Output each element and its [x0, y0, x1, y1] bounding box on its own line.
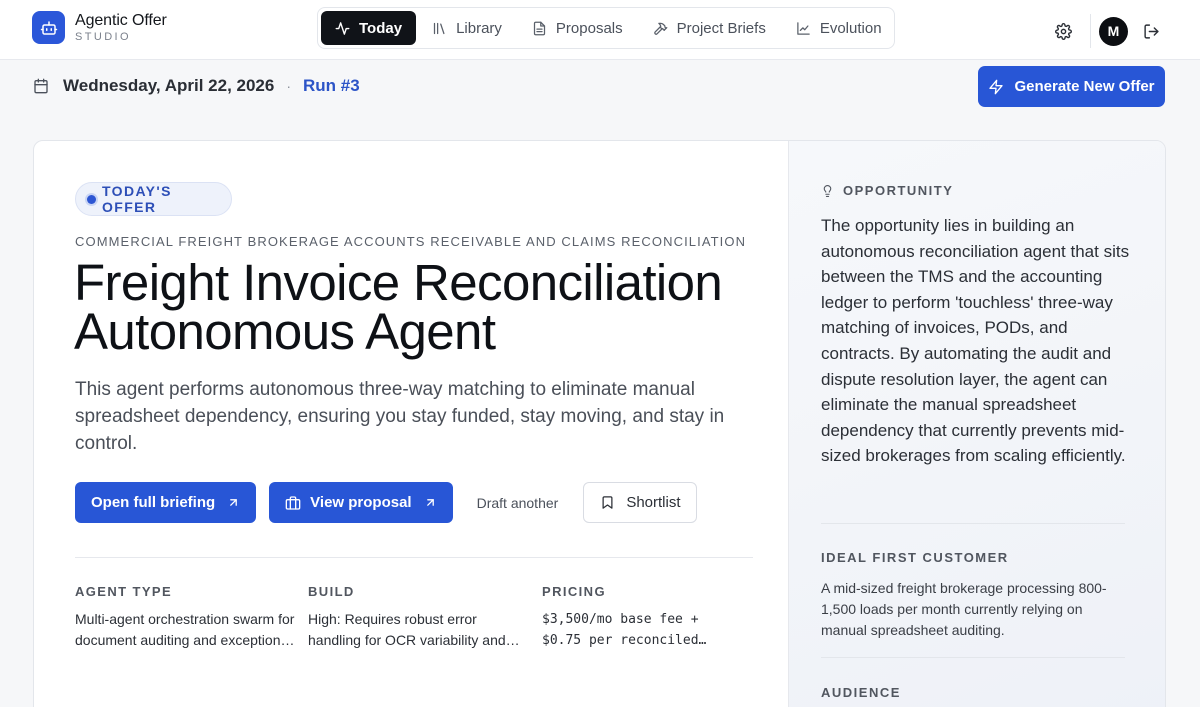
- logout-icon: [1143, 23, 1159, 39]
- opportunity-label: OPPORTUNITY: [843, 183, 954, 198]
- badge-dot: [87, 194, 96, 204]
- nav-evolution-label: Evolution: [819, 19, 882, 37]
- logout-button[interactable]: [1136, 16, 1166, 46]
- top-actions: M: [1048, 14, 1166, 48]
- shortlist-button[interactable]: Shortlist: [583, 482, 697, 523]
- build-section: BUILD High: Requires robust error handli…: [308, 584, 528, 651]
- panel-divider: [821, 657, 1125, 658]
- line-chart-icon: [797, 21, 810, 35]
- nav-evolution[interactable]: Evolution: [782, 11, 896, 45]
- lightbulb-icon: [823, 184, 832, 197]
- nav-project-briefs-label: Project Briefs: [676, 19, 766, 37]
- date-separator: ·: [286, 78, 292, 94]
- date-row: Wednesday, April 22, 2026 · Run #3: [33, 75, 360, 97]
- nav-proposals-label: Proposals: [555, 19, 623, 37]
- hammer-icon: [653, 22, 667, 35]
- todays-offer-badge: TODAY'S OFFER: [75, 182, 232, 216]
- settings-button[interactable]: [1048, 16, 1078, 46]
- avatar[interactable]: M: [1099, 16, 1128, 46]
- bot-icon: [32, 11, 65, 44]
- generate-offer-label: Generate New Offer: [1014, 78, 1155, 95]
- draft-another-button[interactable]: Draft another: [477, 495, 559, 511]
- build-label: BUILD: [308, 584, 355, 599]
- bookmark-icon: [602, 496, 613, 509]
- audience-heading: AUDIENCE: [821, 685, 901, 700]
- offer-subtitle: This agent performs autonomous three-way…: [75, 379, 725, 454]
- arrow-up-right-icon: [230, 499, 238, 506]
- nav-today[interactable]: Today: [321, 11, 417, 45]
- open-briefing-label: Open full briefing: [91, 494, 216, 511]
- ideal-customer-text: A mid-sized freight brokerage processing…: [821, 580, 1107, 638]
- library-icon: [433, 22, 445, 34]
- calendar-icon: [34, 78, 48, 94]
- zap-icon: [989, 79, 1004, 94]
- offer-actions: Open full briefing View proposal Draft a…: [75, 482, 697, 523]
- toolbar-divider: [1090, 14, 1091, 48]
- arrow-up-right-icon: [426, 499, 434, 506]
- brand[interactable]: Agentic Offer STUDIO: [32, 11, 167, 44]
- top-bar: Agentic Offer STUDIO Today Library Propo…: [0, 0, 1200, 60]
- shortlist-label: Shortlist: [626, 494, 681, 511]
- nav-today-label: Today: [359, 19, 403, 37]
- agent-type-value: Multi-agent orchestration swarm for docu…: [75, 611, 295, 648]
- ideal-customer-heading: IDEAL FIRST CUSTOMER: [821, 550, 1009, 565]
- view-proposal-button[interactable]: View proposal: [269, 482, 453, 523]
- nav-project-briefs[interactable]: Project Briefs: [639, 11, 780, 45]
- nav-library-label: Library: [456, 19, 502, 37]
- pricing-value: $3,500/mo base fee + $0.75 per reconcile…: [542, 612, 699, 648]
- open-briefing-button[interactable]: Open full briefing: [75, 482, 257, 523]
- pricing-label: PRICING: [542, 584, 606, 599]
- gear-icon: [1054, 22, 1072, 40]
- offer-main: TODAY'S OFFER COMMERCIAL FREIGHT BROKERA…: [34, 141, 788, 707]
- view-proposal-label: View proposal: [310, 494, 412, 511]
- briefcase-icon: [285, 495, 301, 510]
- current-date: Wednesday, April 22, 2026: [63, 76, 275, 95]
- brand-title: Agentic Offer: [75, 11, 167, 29]
- build-value: High: Requires robust error handling for…: [308, 611, 506, 648]
- panel-divider: [821, 523, 1125, 524]
- file-icon: [533, 21, 546, 35]
- opportunity-heading: OPPORTUNITY: [821, 183, 953, 198]
- offer-side-panel: OPPORTUNITY The opportunity lies in buil…: [788, 141, 1165, 707]
- agent-type-label: AGENT TYPE: [75, 584, 173, 599]
- badge-label: TODAY'S OFFER: [101, 183, 172, 215]
- offer-title: Freight Invoice Reconciliation Autonomou…: [74, 254, 723, 360]
- offer-category: COMMERCIAL FREIGHT BROKERAGE ACCOUNTS RE…: [75, 234, 747, 249]
- activity-icon: [335, 21, 350, 35]
- opportunity-text: The opportunity lies in building an auto…: [821, 216, 1130, 466]
- nav-proposals[interactable]: Proposals: [518, 11, 637, 45]
- agent-type-section: AGENT TYPE Multi-agent orchestration swa…: [75, 584, 295, 651]
- offer-card: TODAY'S OFFER COMMERCIAL FREIGHT BROKERA…: [33, 140, 1166, 707]
- brand-subtitle: STUDIO: [75, 30, 131, 43]
- pricing-section: PRICING $3,500/mo base fee + $0.75 per r…: [542, 584, 732, 651]
- section-divider: [75, 557, 753, 558]
- main-nav: Today Library Proposals Project Briefs E…: [317, 7, 895, 49]
- nav-library[interactable]: Library: [418, 11, 516, 45]
- run-number: Run #3: [303, 76, 360, 95]
- generate-offer-button[interactable]: Generate New Offer: [978, 66, 1165, 107]
